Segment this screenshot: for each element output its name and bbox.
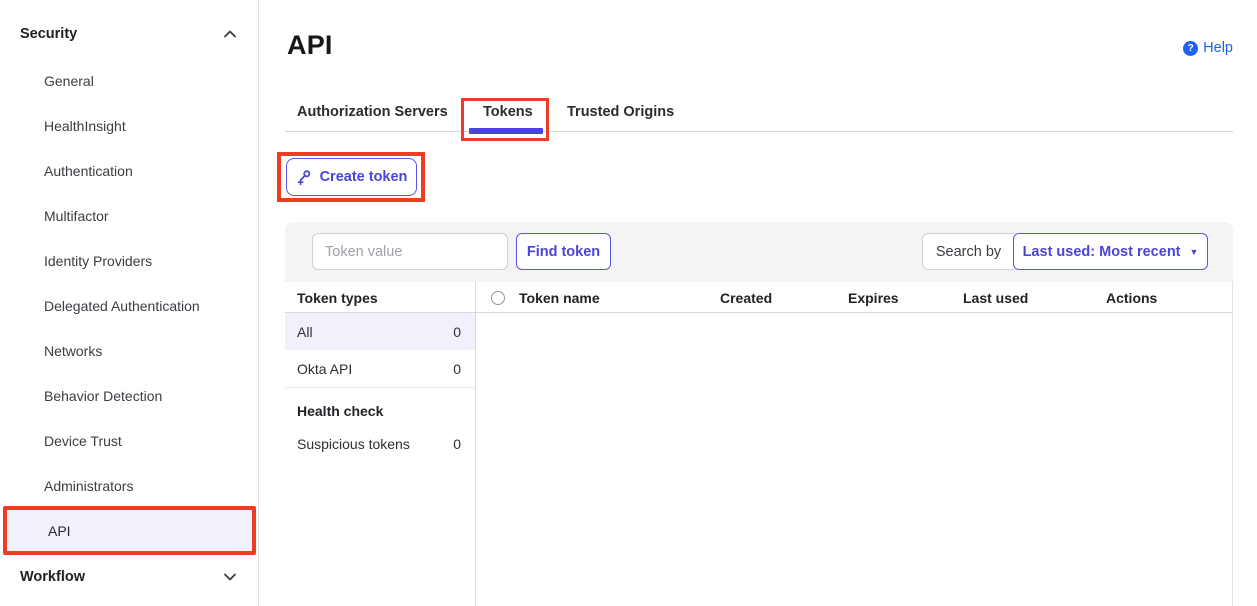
panel-divider (475, 282, 476, 606)
search-by-label: Search by (922, 233, 1014, 270)
column-created: Created (720, 290, 772, 306)
column-token-name: Token name (519, 290, 600, 306)
sidebar-item-device-trust[interactable]: Device Trust (0, 418, 259, 463)
help-icon: ? (1183, 41, 1198, 56)
find-token-button[interactable]: Find token (516, 233, 611, 270)
sidebar: Security General HealthInsight Authentic… (0, 0, 259, 606)
create-token-button[interactable]: Create token (286, 158, 417, 196)
create-token-label: Create token (320, 169, 408, 185)
okta-admin-api-page: Security General HealthInsight Authentic… (0, 0, 1257, 606)
sidebar-item-identity-providers[interactable]: Identity Providers (0, 238, 259, 283)
token-type-label: Okta API (297, 361, 352, 377)
column-actions: Actions (1106, 290, 1157, 306)
token-type-filter-suspicious[interactable]: Suspicious tokens 0 (285, 428, 475, 460)
sidebar-item-behavior-detection[interactable]: Behavior Detection (0, 373, 259, 418)
page-title: API (287, 30, 333, 61)
token-type-label: All (297, 324, 313, 340)
tab-authorization-servers[interactable]: Authorization Servers (297, 104, 448, 120)
sidebar-item-api[interactable]: API (3, 506, 256, 555)
key-plus-icon (296, 169, 312, 185)
sidebar-section-label: Security (20, 26, 77, 42)
chevron-up-icon (223, 29, 237, 39)
token-value-input[interactable] (312, 233, 508, 270)
sidebar-section-security[interactable]: Security (0, 18, 259, 50)
sidebar-item-multifactor[interactable]: Multifactor (0, 193, 259, 238)
sidebar-item-general[interactable]: General (0, 58, 259, 103)
sidebar-item-authentication[interactable]: Authentication (0, 148, 259, 193)
column-last-used: Last used (963, 290, 1028, 306)
sidebar-items: General HealthInsight Authentication Mul… (0, 58, 259, 553)
sort-dropdown-value: Last used: Most recent (1023, 244, 1181, 260)
chevron-down-icon (223, 572, 237, 582)
sidebar-item-administrators[interactable]: Administrators (0, 463, 259, 508)
token-type-count: 0 (453, 361, 461, 377)
tab-trusted-origins[interactable]: Trusted Origins (567, 104, 674, 120)
token-filter-bar: Find token Search by Last used: Most rec… (285, 222, 1233, 282)
active-tab-underline (469, 128, 543, 134)
health-check-title: Health check (297, 403, 383, 419)
table-header-row: Token types Token name Created Expires L… (285, 282, 1232, 313)
token-type-count: 0 (453, 324, 461, 340)
sidebar-item-healthinsight[interactable]: HealthInsight (0, 103, 259, 148)
tabs-divider (285, 131, 1233, 132)
token-type-filter-okta-api[interactable]: Okta API 0 (285, 350, 475, 388)
select-all-radio[interactable] (491, 291, 505, 305)
sidebar-footer-label: Workflow (20, 569, 85, 585)
tokens-table: Token types Token name Created Expires L… (285, 282, 1233, 606)
tab-tokens[interactable]: Tokens (483, 104, 533, 120)
token-type-label: Suspicious tokens (297, 436, 410, 452)
token-types-title: Token types (297, 290, 378, 306)
token-type-count: 0 (453, 436, 461, 452)
sidebar-item-networks[interactable]: Networks (0, 328, 259, 373)
caret-down-icon: ▼ (1190, 247, 1199, 257)
help-link[interactable]: ? Help (1183, 40, 1233, 56)
sidebar-section-workflow[interactable]: Workflow (0, 561, 259, 593)
sort-dropdown[interactable]: Last used: Most recent ▼ (1013, 233, 1208, 270)
sidebar-item-delegated-authentication[interactable]: Delegated Authentication (0, 283, 259, 328)
column-expires: Expires (848, 290, 899, 306)
token-type-filter-all[interactable]: All 0 (285, 313, 475, 350)
help-label: Help (1203, 40, 1233, 56)
